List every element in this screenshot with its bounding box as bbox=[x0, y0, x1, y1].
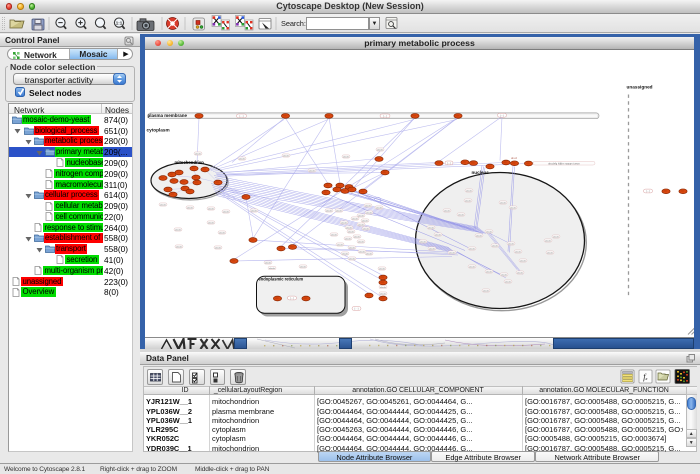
svg-text:abcde: abcde bbox=[265, 262, 272, 264]
svg-text:abcde: abcde bbox=[458, 214, 465, 216]
svg-text:abcde: abcde bbox=[337, 244, 344, 246]
svg-text:abcde: abcde bbox=[420, 241, 427, 243]
svg-text:abcde: abcde bbox=[510, 207, 517, 209]
svg-text:abcde: abcde bbox=[465, 200, 472, 202]
svg-text:abcde: abcde bbox=[223, 211, 230, 213]
svg-text:(···): (···) bbox=[646, 189, 650, 193]
svg-text:abcde: abcde bbox=[349, 258, 356, 260]
svg-text:abcde: abcde bbox=[349, 247, 356, 249]
svg-text:abcde: abcde bbox=[343, 156, 350, 158]
svg-text:(···): (···) bbox=[239, 114, 243, 118]
svg-text:(···): (···) bbox=[290, 296, 294, 300]
svg-text:abcde: abcde bbox=[486, 231, 493, 233]
svg-text:cytoplasm: cytoplasm bbox=[147, 127, 170, 132]
svg-text:abcde: abcde bbox=[309, 170, 316, 172]
svg-text:abcdefg hijklm nopqrs tuvwx: abcdefg hijklm nopqrs tuvwx bbox=[548, 162, 580, 165]
svg-text:abcde: abcde bbox=[501, 274, 508, 276]
svg-text:abcde: abcde bbox=[352, 218, 359, 220]
svg-text:abcde: abcde bbox=[326, 210, 333, 212]
svg-text:abcde: abcde bbox=[336, 210, 343, 212]
svg-text:nucleus: nucleus bbox=[472, 170, 490, 175]
svg-text:abcde: abcde bbox=[363, 228, 370, 230]
svg-text:abcde: abcde bbox=[428, 227, 435, 229]
svg-text:(···): (···) bbox=[447, 161, 451, 165]
svg-text:abcde: abcde bbox=[300, 266, 307, 268]
svg-text:abcde: abcde bbox=[508, 243, 515, 245]
svg-text:(···): (···) bbox=[500, 113, 504, 117]
svg-text:abcde: abcde bbox=[444, 210, 451, 212]
svg-text:1:1: 1:1 bbox=[116, 20, 123, 25]
svg-text:abcde: abcde bbox=[176, 246, 183, 248]
svg-text:abcde: abcde bbox=[215, 247, 222, 249]
svg-text:endoplasmic reticulum: endoplasmic reticulum bbox=[259, 276, 304, 281]
svg-text:abcde: abcde bbox=[476, 235, 483, 237]
svg-text:abcde: abcde bbox=[545, 240, 552, 242]
svg-text:abcde: abcde bbox=[359, 251, 366, 253]
svg-text:abcde: abcde bbox=[269, 267, 276, 269]
svg-text:abcde: abcde bbox=[520, 260, 527, 262]
svg-text:abcde: abcde bbox=[358, 224, 365, 226]
svg-text:abcde: abcde bbox=[348, 231, 355, 233]
svg-text:abcde: abcde bbox=[469, 248, 476, 250]
svg-text:abcde: abcde bbox=[376, 207, 383, 209]
svg-text:abcde: abcde bbox=[358, 241, 365, 243]
svg-text:ab.cd: ab.cd bbox=[511, 157, 518, 160]
svg-text:abcde: abcde bbox=[160, 204, 167, 206]
svg-text:abcde: abcde bbox=[435, 234, 442, 236]
svg-text:abcde: abcde bbox=[175, 229, 182, 231]
svg-text:abcde: abcde bbox=[547, 252, 554, 254]
svg-text:abcde: abcde bbox=[379, 268, 386, 270]
svg-text:abcde: abcde bbox=[380, 286, 387, 288]
svg-text:abcde: abcde bbox=[341, 222, 348, 224]
svg-text:abcde: abcde bbox=[449, 252, 456, 254]
svg-text:abcde: abcde bbox=[469, 266, 476, 268]
svg-text:abcde: abcde bbox=[517, 272, 524, 274]
svg-text:abcde: abcde bbox=[219, 232, 226, 234]
svg-text:abcde: abcde bbox=[492, 245, 499, 247]
svg-text:abcde: abcde bbox=[346, 227, 353, 229]
svg-text:(···): (···) bbox=[354, 306, 358, 310]
svg-text:abcde: abcde bbox=[365, 205, 372, 207]
svg-text:abcde: abcde bbox=[500, 202, 507, 204]
svg-text:abcde: abcde bbox=[354, 236, 361, 238]
svg-text:abcde: abcde bbox=[342, 253, 349, 255]
svg-text:abcde: abcde bbox=[331, 234, 338, 236]
svg-text:abcde: abcde bbox=[195, 153, 202, 155]
svg-text:abcde: abcde bbox=[429, 248, 436, 250]
svg-text:abcde: abcde bbox=[377, 149, 384, 151]
svg-text:abcde: abcde bbox=[486, 271, 493, 273]
svg-text:abcde: abcde bbox=[515, 251, 522, 253]
svg-text:fₓ: fₓ bbox=[643, 373, 648, 382]
svg-text:abcde: abcde bbox=[208, 208, 215, 210]
svg-text:abcde: abcde bbox=[239, 158, 246, 160]
svg-text:abcde: abcde bbox=[366, 253, 373, 255]
svg-text:abcde: abcde bbox=[553, 236, 560, 238]
svg-text:abcde: abcde bbox=[251, 210, 258, 212]
svg-text:(···): (···) bbox=[383, 114, 387, 118]
svg-text:abcde: abcde bbox=[505, 281, 512, 283]
svg-text:abcde: abcde bbox=[208, 222, 215, 224]
svg-text:abcde: abcde bbox=[283, 155, 290, 157]
svg-text:abcde: abcde bbox=[358, 215, 365, 217]
svg-text:abcde: abcde bbox=[345, 238, 352, 240]
svg-text:plasma membrane: plasma membrane bbox=[148, 112, 188, 117]
svg-text:abcde: abcde bbox=[380, 293, 387, 295]
svg-text:unassigned: unassigned bbox=[627, 84, 653, 89]
svg-text:abcde: abcde bbox=[187, 207, 194, 209]
svg-text:abcde: abcde bbox=[362, 220, 369, 222]
svg-text:mitochondrion: mitochondrion bbox=[175, 160, 205, 165]
svg-text:abcde: abcde bbox=[466, 190, 473, 192]
svg-text:abcde: abcde bbox=[366, 212, 373, 214]
svg-text:abcde: abcde bbox=[483, 290, 490, 292]
